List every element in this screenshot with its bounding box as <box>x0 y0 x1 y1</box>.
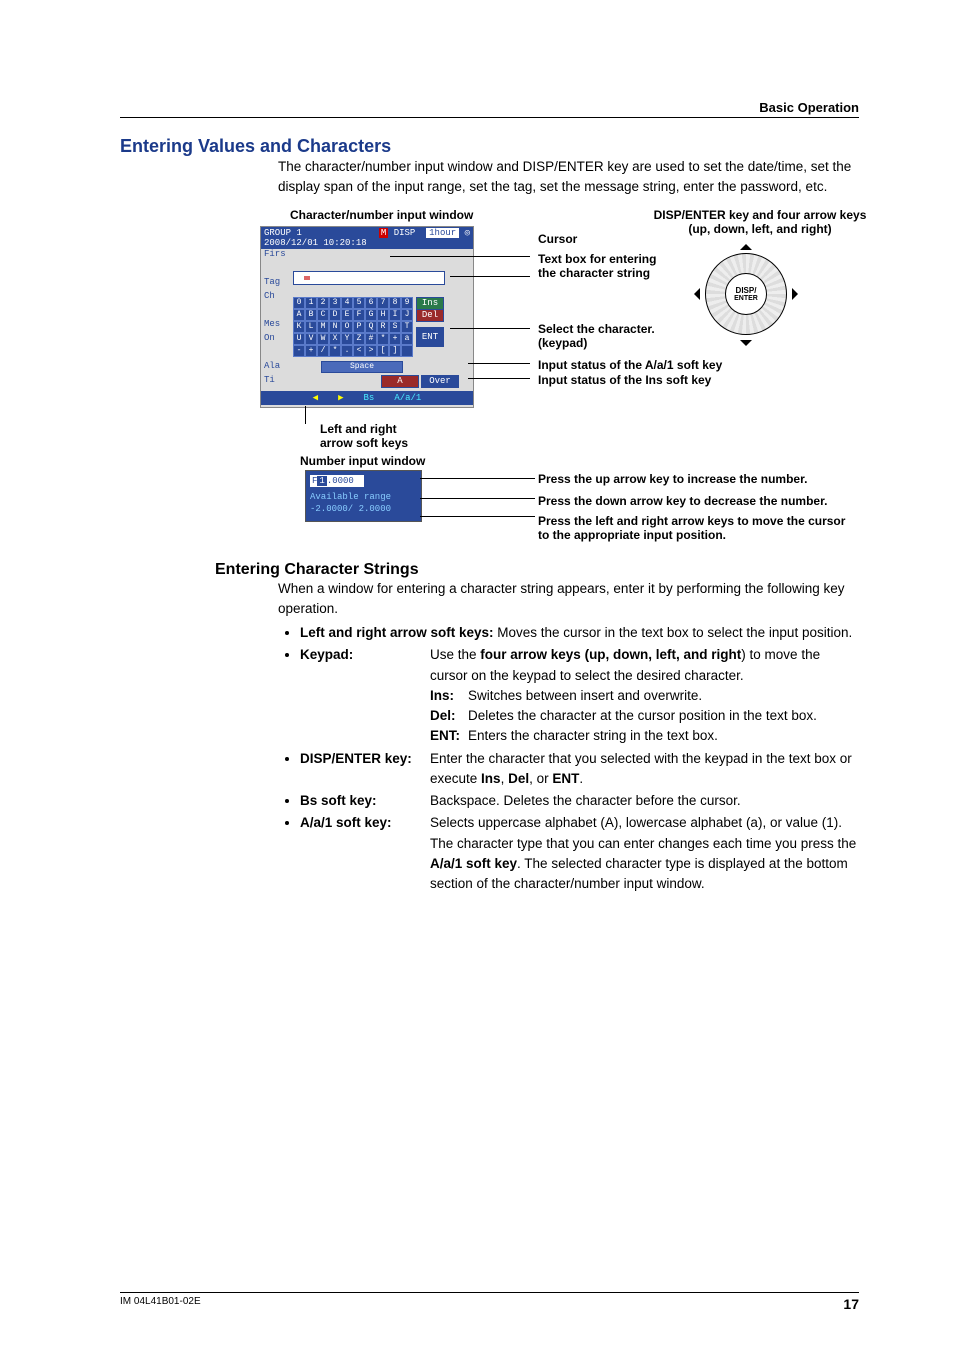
ins-key-text: Switches between insert and overwrite. <box>468 686 702 706</box>
ent-button: ENT <box>416 327 444 347</box>
label-textbox-2: the character string <box>538 266 650 280</box>
del-key-text: Deletes the character at the cursor posi… <box>468 706 817 726</box>
lr-softkeys-label: Left and right arrow soft keys: <box>300 625 494 640</box>
label-textbox-1: Text box for entering <box>538 252 656 266</box>
label-disp-title: DISP/ENTER key and four arrow keys (up, … <box>650 208 870 236</box>
aa1-text-1: Selects uppercase alphabet (A), lowercas… <box>430 813 859 833</box>
aa1-text-2b: A/a/1 soft key <box>430 856 517 871</box>
char-number-input-window: GROUP 12008/12/01 10:20:18 M DISP 1hour … <box>260 226 474 408</box>
label-up-arrow: Press the up arrow key to increase the n… <box>538 472 807 486</box>
label-down-arrow: Press the down arrow key to decrease the… <box>538 494 827 508</box>
keypad-text-1b: four arrow keys (up, down, left, and rig… <box>480 647 741 662</box>
label-select-1: Select the character. <box>538 322 655 336</box>
bs-label: Bs soft key <box>300 793 372 808</box>
keypad-text-1a: Use the <box>430 647 480 662</box>
disp-enter-label: DISP/ENTER key <box>300 751 407 766</box>
del-key-label: Del: <box>430 706 468 726</box>
footer-page-number: 17 <box>843 1296 859 1312</box>
ins-key-label: Ins: <box>430 686 468 706</box>
heading-entering-char-strings: Entering Character Strings <box>215 561 859 579</box>
label-cursor: Cursor <box>538 232 577 246</box>
footer-docid: IM 04L41B01-02E <box>120 1296 201 1312</box>
heading-entering-values: Entering Values and Characters <box>120 136 859 157</box>
softkey-bar: ◀ ▶ Bs A/a/1 <box>261 391 473 405</box>
label-lr-num-1: Press the left and right arrow keys to m… <box>538 514 845 528</box>
running-header: Basic Operation <box>120 100 859 117</box>
aa1-text-2a: The character type that you can enter ch… <box>430 836 856 851</box>
disp-enter-key-graphic: DISP/ ENTER <box>700 248 790 338</box>
intro-paragraph: The character/number input window and DI… <box>278 157 859 198</box>
bs-text: Backspace. Deletes the character before … <box>430 791 859 811</box>
label-lr-2: arrow soft keys <box>320 436 408 450</box>
del-button: Del <box>416 309 444 322</box>
label-select-2: (keypad) <box>538 336 587 350</box>
status-a: A <box>381 375 419 388</box>
aa1-label: A/a/1 soft key <box>300 815 387 830</box>
figure-container: Character/number input window DISP/ENTER… <box>260 208 859 553</box>
status-over: Over <box>421 375 459 388</box>
ecs-intro: When a window for entering a character s… <box>278 579 859 620</box>
label-numwin: Number input window <box>300 454 425 468</box>
ent-key-text: Enters the character string in the text … <box>468 726 718 746</box>
lr-softkeys-text: Moves the cursor in the text box to sele… <box>494 625 853 640</box>
space-key: Space <box>321 361 403 373</box>
label-status-a: Input status of the A/a/1 soft key <box>538 358 722 372</box>
label-cw-title: Character/number input window <box>290 208 473 222</box>
label-lr-1: Left and right <box>320 422 397 436</box>
key-operations-list: Left and right arrow soft keys: Moves th… <box>300 623 859 894</box>
ent-key-label: ENT: <box>430 726 468 746</box>
keypad-label: Keypad <box>300 647 349 662</box>
number-input-window: F1.0000 Available range -2.0000/ 2.0000 <box>305 470 422 522</box>
label-status-ins: Input status of the Ins soft key <box>538 373 711 387</box>
text-entry-box <box>293 271 445 285</box>
onscreen-keypad: 0123456789 ABCDEFGHIJ KLMNOPQRST UVWXYZ#… <box>293 297 413 357</box>
label-lr-num-2: to the appropriate input position. <box>538 528 726 542</box>
